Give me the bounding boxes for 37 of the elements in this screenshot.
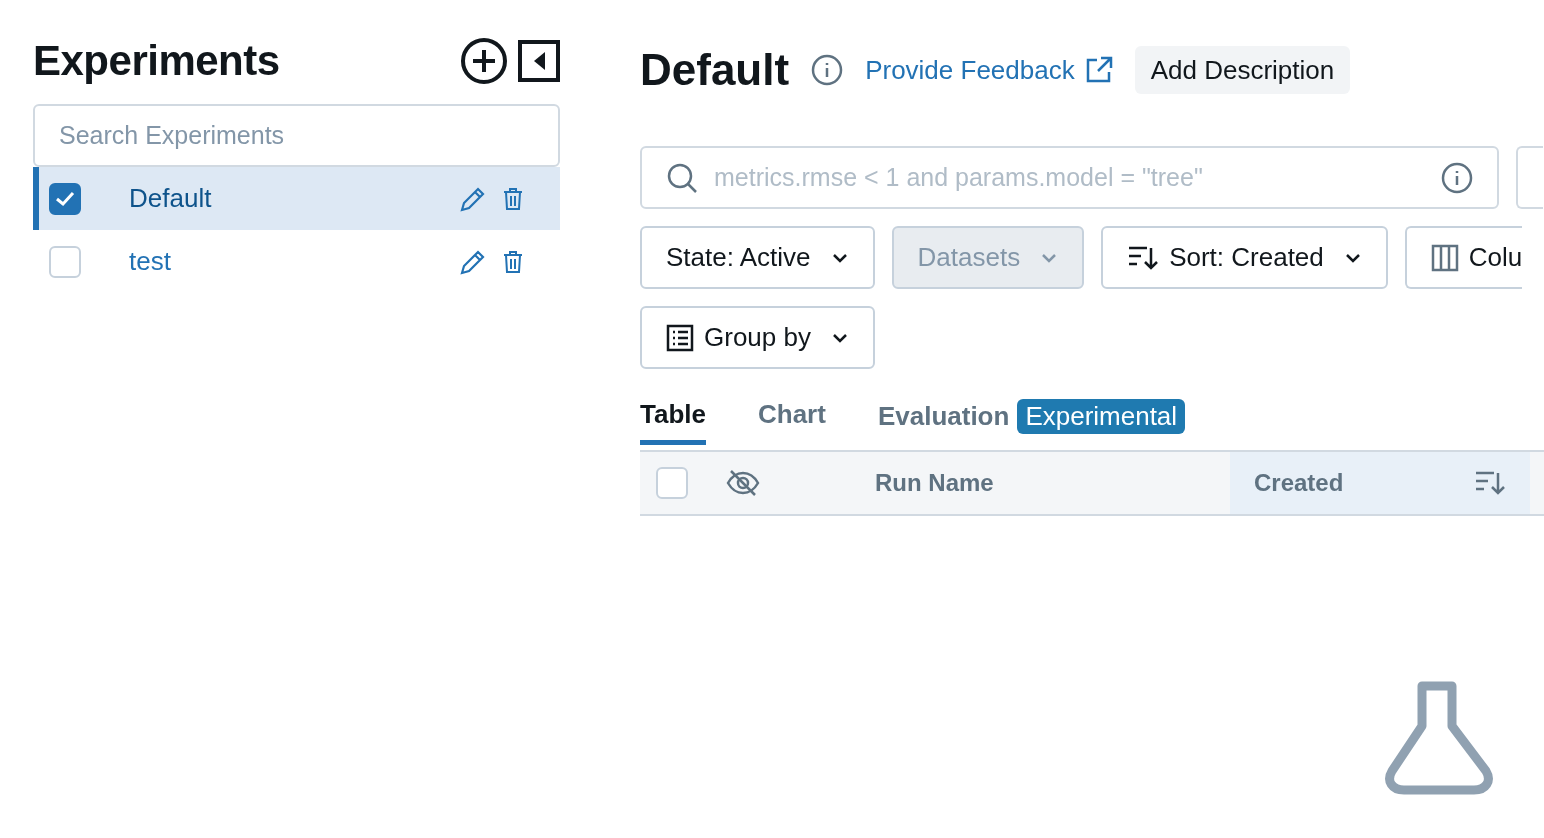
list-icon xyxy=(666,323,694,352)
add-circle-icon[interactable] xyxy=(460,37,508,85)
sort-icon xyxy=(1474,469,1506,497)
eye-off-icon[interactable] xyxy=(726,469,760,497)
column-header[interactable]: Run Name xyxy=(875,469,1230,497)
tab[interactable]: Chart xyxy=(758,399,826,445)
chevron-down-icon xyxy=(1343,251,1362,264)
tab[interactable]: Table xyxy=(640,399,706,445)
info-icon[interactable] xyxy=(811,54,844,86)
flask-icon xyxy=(1382,681,1496,795)
feedback-link[interactable]: Provide Feedback xyxy=(865,54,1113,86)
info-icon[interactable] xyxy=(1441,161,1473,194)
filter-button[interactable]: State: Active xyxy=(640,226,875,289)
experimental-badge: Experimental xyxy=(1017,399,1186,434)
trash-icon[interactable] xyxy=(502,249,524,274)
filter-button[interactable]: Group by xyxy=(640,306,875,369)
page-title: Default xyxy=(640,45,790,95)
tab[interactable]: Evaluation Experimental xyxy=(877,399,1186,449)
trash-icon[interactable] xyxy=(502,186,524,211)
collapse-sidebar-icon[interactable] xyxy=(518,40,560,82)
checkbox[interactable] xyxy=(49,182,81,215)
filter-button[interactable]: Sort: Created xyxy=(1101,226,1388,289)
external-link-icon xyxy=(1084,56,1113,84)
chevron-down-icon xyxy=(830,331,849,344)
add-description-button[interactable]: Add Description xyxy=(1134,46,1351,94)
chevron-down-icon xyxy=(1040,251,1059,264)
search-field[interactable]: Search Experiments xyxy=(33,104,560,167)
chevron-down-icon xyxy=(830,251,849,264)
experiment-row[interactable]: Default xyxy=(33,167,560,230)
search-field[interactable]: metrics.rmse < 1 and params.model = "tree" xyxy=(640,146,1499,209)
experiment-name: Default xyxy=(129,183,213,214)
sidebar-title: Experiments xyxy=(33,37,280,85)
experiment-name: test xyxy=(129,246,172,277)
columns-icon xyxy=(1430,243,1459,272)
filter-button[interactable]: Colu xyxy=(1404,226,1523,289)
checkmark-icon xyxy=(55,190,75,207)
search-icon xyxy=(666,161,698,194)
